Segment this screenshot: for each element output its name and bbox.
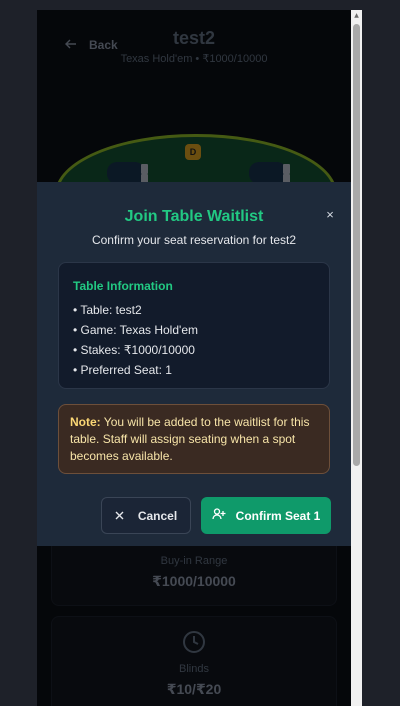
table-info-item: • Stakes: ₹1000/10000 bbox=[73, 343, 195, 357]
table-info-heading: Table Information bbox=[73, 279, 173, 293]
note-text: You will be added to the waitlist for th… bbox=[70, 415, 310, 463]
scrollbar-thumb[interactable] bbox=[353, 24, 360, 466]
modal-subtitle: Confirm your seat reservation for test2 bbox=[91, 233, 297, 247]
confirm-label: Confirm Seat 1 bbox=[235, 508, 321, 523]
scroll-up-arrow-icon[interactable]: ▲ bbox=[353, 12, 360, 20]
waitlist-note: Note: You will be added to the waitlist … bbox=[58, 404, 330, 474]
cancel-button[interactable]: Cancel bbox=[101, 497, 191, 534]
table-info-item: • Table: test2 bbox=[73, 303, 142, 317]
note-prefix: Note: bbox=[70, 415, 101, 429]
waitlist-modal: Join Table Waitlist × Confirm your seat … bbox=[37, 182, 351, 546]
table-info-panel: Table Information • Table: test2 • Game:… bbox=[58, 262, 330, 389]
modal-title: Join Table Waitlist bbox=[124, 208, 264, 225]
table-info-item: • Game: Texas Hold'em bbox=[73, 323, 198, 337]
app-viewport: Back test2 Texas Hold'em • ₹1000/10000 D… bbox=[37, 10, 351, 706]
close-icon[interactable]: × bbox=[323, 208, 337, 222]
confirm-seat-button[interactable]: Confirm Seat 1 bbox=[201, 497, 331, 534]
table-info-item: • Preferred Seat: 1 bbox=[73, 363, 172, 377]
close-icon bbox=[115, 509, 124, 523]
user-plus-icon bbox=[212, 508, 226, 523]
cancel-label: Cancel bbox=[137, 508, 178, 523]
